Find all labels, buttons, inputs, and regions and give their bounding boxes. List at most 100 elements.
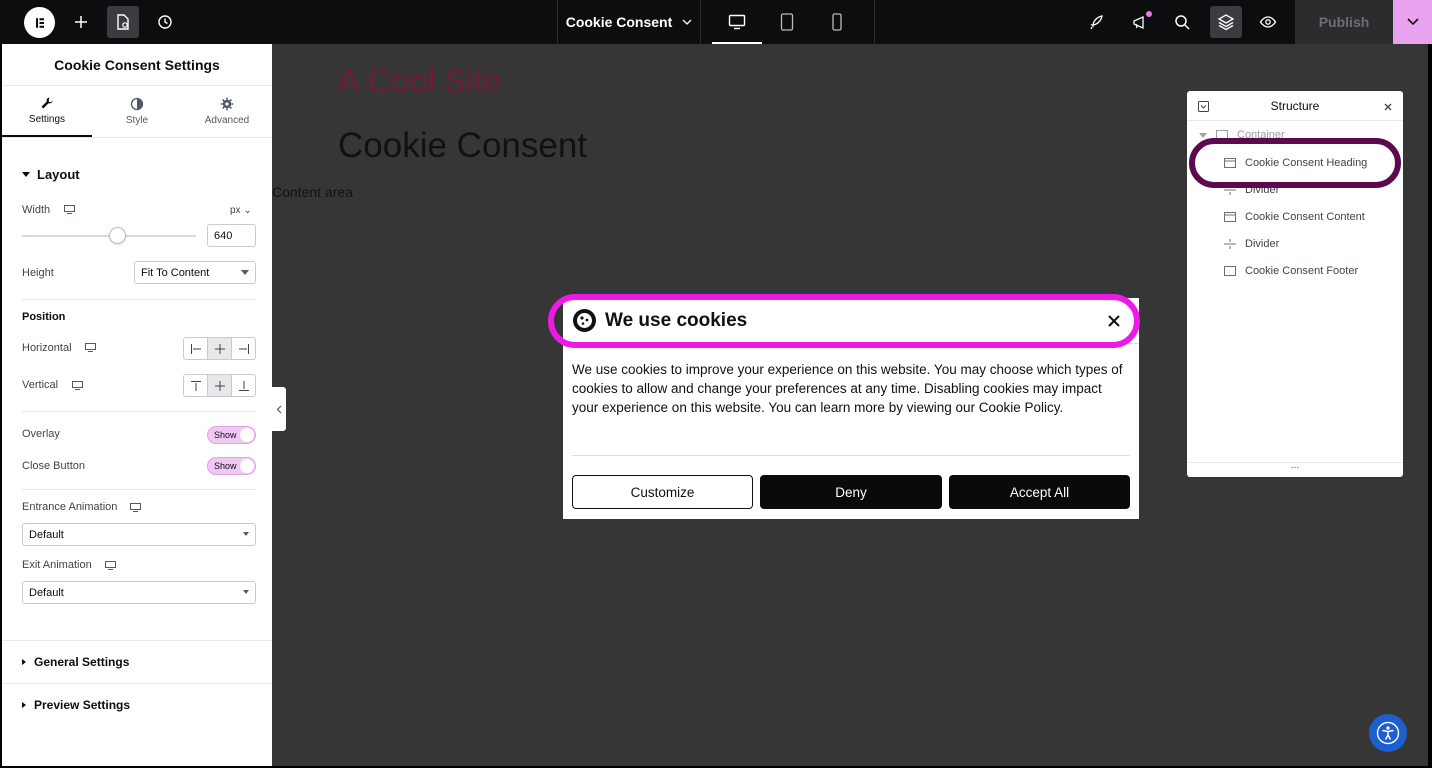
accessibility-icon (1376, 721, 1400, 745)
site-title[interactable]: A Cool Site (338, 62, 501, 100)
content-area-text: Content area (272, 184, 353, 200)
align-right-button[interactable] (232, 338, 255, 359)
width-input[interactable]: 640 (207, 224, 256, 247)
rocket-icon[interactable] (1081, 6, 1113, 38)
divider (22, 489, 256, 490)
separator (700, 0, 701, 44)
document-title: Cookie Consent (565, 14, 673, 30)
vertical-position-group (183, 374, 256, 397)
align-center-button[interactable] (208, 338, 232, 359)
exit-animation-label: Exit Animation (22, 559, 92, 571)
close-icon[interactable] (1384, 103, 1392, 111)
unit-value: px (230, 205, 241, 216)
preview-settings-section[interactable]: Preview Settings (2, 683, 272, 726)
structure-heading-highlight (1189, 138, 1401, 188)
section-title: General Settings (34, 655, 130, 669)
toggle-text: Show (214, 461, 237, 471)
page-settings-icon[interactable] (107, 6, 139, 38)
tab-style[interactable]: Style (92, 86, 182, 137)
width-label: Width (22, 204, 51, 216)
publish-button[interactable]: Publish (1295, 0, 1393, 44)
structure-title: Structure (1270, 99, 1320, 113)
height-select[interactable]: Fit To Content (134, 261, 256, 284)
customize-button[interactable]: Customize (572, 475, 753, 509)
history-icon[interactable] (149, 6, 181, 38)
vertical-label: Vertical (22, 379, 59, 391)
structure-layers-icon[interactable] (1210, 6, 1242, 38)
divider (22, 299, 256, 300)
toggle-text: Show (214, 430, 237, 440)
responsive-desktop-icon[interactable] (130, 503, 141, 512)
align-middle-button[interactable] (208, 375, 232, 396)
editor-canvas: A Cool Site Cookie Consent Content area … (272, 44, 1430, 766)
section-title: Preview Settings (34, 698, 131, 712)
chevron-left-icon (276, 405, 282, 413)
chevron-down-icon (682, 19, 692, 25)
align-bottom-icon (238, 380, 249, 391)
align-top-icon (190, 380, 201, 391)
horizontal-position-group (183, 337, 256, 360)
structure-item-label: Cookie Consent Footer (1245, 265, 1359, 277)
structure-header: Structure (1187, 91, 1403, 121)
top-bar: Cookie Consent Publish (0, 0, 1432, 44)
align-left-button[interactable] (184, 338, 208, 359)
height-label: Height (22, 267, 54, 279)
divider-widget-icon (1224, 239, 1236, 249)
close-button-toggle[interactable]: Show (207, 457, 256, 475)
deny-button[interactable]: Deny (760, 475, 942, 509)
entrance-animation-select[interactable]: Default (22, 523, 256, 546)
add-element-icon[interactable] (65, 6, 97, 38)
responsive-desktop-icon[interactable] (64, 205, 75, 214)
structure-resize-handle[interactable]: ... (1187, 461, 1403, 477)
collapse-panel-button[interactable] (272, 387, 286, 431)
divider (22, 411, 256, 412)
search-icon[interactable] (1166, 6, 1198, 38)
align-top-button[interactable] (184, 375, 208, 396)
structure-item-content[interactable]: Cookie Consent Content (1224, 211, 1365, 223)
entrance-animation-label: Entrance Animation (22, 501, 118, 513)
align-bottom-button[interactable] (232, 375, 255, 396)
structure-item-footer[interactable]: Cookie Consent Footer (1224, 265, 1358, 277)
responsive-desktop-icon[interactable] (85, 343, 96, 352)
desktop-view-icon[interactable] (712, 0, 762, 44)
notification-dot (1146, 11, 1152, 17)
layout-section-toggle[interactable]: Layout (2, 167, 80, 182)
footer-widget-icon (1224, 266, 1236, 276)
section-title: Layout (37, 167, 80, 182)
content-widget-icon (1224, 212, 1236, 222)
structure-item-divider[interactable]: Divider (1224, 238, 1279, 250)
structure-item-label: Cookie Consent Content (1245, 211, 1365, 223)
width-slider-handle[interactable] (109, 227, 127, 244)
page-heading[interactable]: Cookie Consent (338, 126, 587, 166)
accessibility-button[interactable] (1369, 714, 1407, 752)
responsive-desktop-icon[interactable] (72, 381, 83, 390)
settings-panel: Cookie Consent Settings Settings Style A… (0, 44, 272, 768)
unit-selector[interactable]: px ⌄ (230, 205, 252, 216)
responsive-desktop-icon[interactable] (105, 561, 116, 570)
document-title-dropdown[interactable]: Cookie Consent (558, 0, 700, 44)
close-button-label: Close Button (22, 460, 85, 472)
caret-right-icon (22, 659, 26, 665)
preview-eye-icon[interactable] (1252, 6, 1284, 38)
align-middle-icon (214, 380, 225, 391)
publish-options-button[interactable] (1393, 0, 1432, 44)
position-label: Position (22, 311, 66, 323)
panel-title: Cookie Consent Settings (2, 44, 272, 86)
accept-all-button[interactable]: Accept All (949, 475, 1130, 509)
gear-icon (220, 97, 234, 111)
caret-right-icon (22, 702, 26, 708)
tablet-view-icon[interactable] (762, 0, 812, 44)
announcements-icon[interactable] (1124, 6, 1156, 38)
overlay-toggle[interactable]: Show (207, 426, 256, 444)
general-settings-section[interactable]: General Settings (2, 640, 272, 683)
tab-advanced[interactable]: Advanced (182, 86, 272, 137)
mobile-view-icon[interactable] (812, 0, 862, 44)
height-select-value: Fit To Content (141, 266, 210, 279)
caret-down-icon (243, 590, 249, 594)
align-right-icon (238, 343, 249, 354)
tab-settings[interactable]: Settings (2, 86, 92, 137)
elementor-logo-icon[interactable] (24, 7, 55, 38)
exit-animation-select[interactable]: Default (22, 581, 256, 604)
popup-divider (572, 455, 1130, 456)
structure-item-label: Divider (1245, 238, 1280, 250)
